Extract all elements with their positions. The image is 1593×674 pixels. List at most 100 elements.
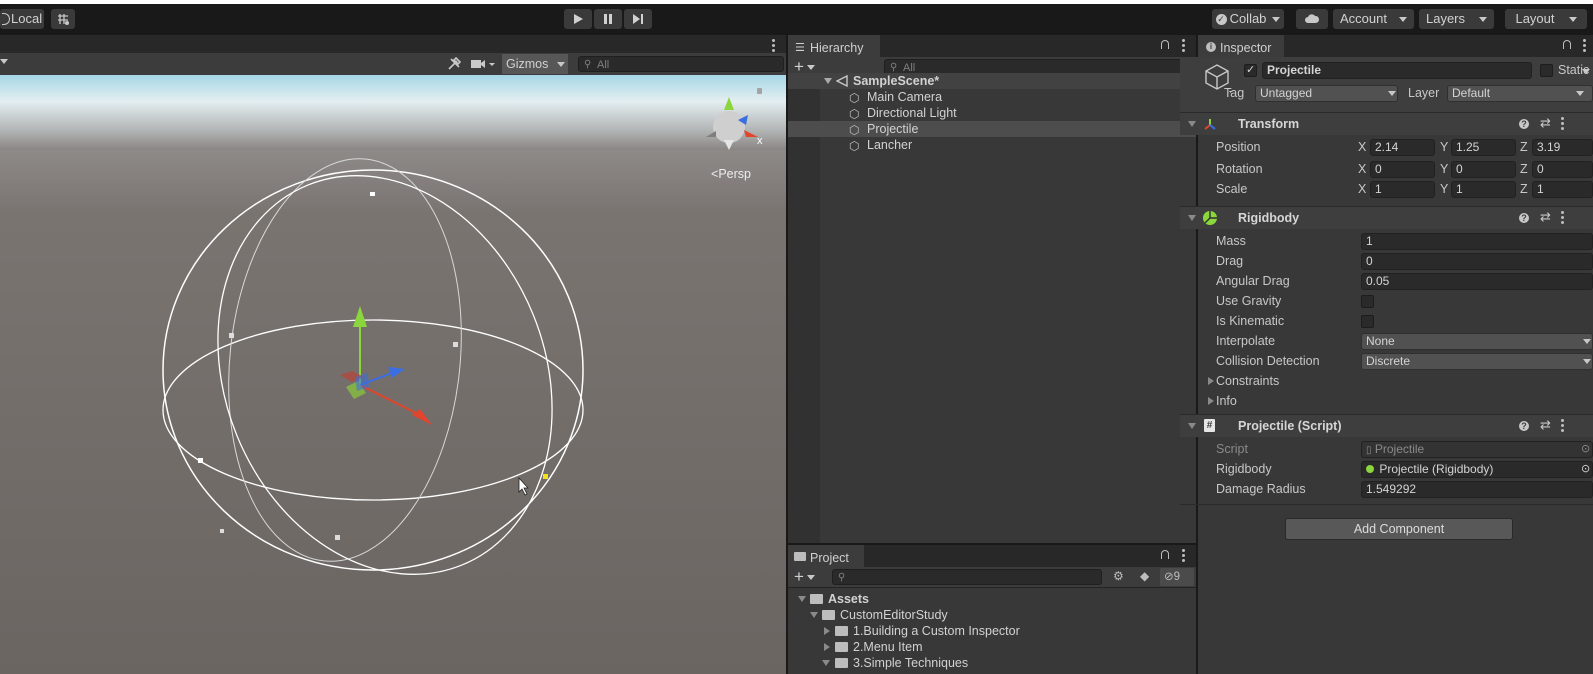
shading-mode-dropdown[interactable] (0, 59, 8, 64)
scale-z-field[interactable]: 1 (1532, 181, 1593, 198)
script-header[interactable]: # Projectile (Script) ? ⇄ (1180, 414, 1593, 437)
project-menu-icon[interactable] (1182, 549, 1185, 562)
project-search-input[interactable]: ⚲ (832, 569, 1102, 585)
fold-arrow[interactable] (824, 643, 830, 651)
mass-field[interactable]: 1 (1361, 233, 1593, 250)
static-checkbox[interactable] (1540, 64, 1553, 77)
fold-arrow[interactable] (1188, 121, 1196, 127)
tab-inspector[interactable]: i Inspector (1198, 35, 1284, 57)
fold-arrow[interactable] (822, 660, 830, 666)
hierarchy-item-selected[interactable]: ⬡ Projectile (788, 121, 1196, 137)
search-by-label-icon[interactable]: ◆ (1140, 569, 1156, 585)
scale-x-field[interactable]: 1 (1370, 181, 1435, 198)
rigidbody-header[interactable]: Rigidbody ? ⇄ (1180, 206, 1593, 229)
help-icon[interactable]: ? (1519, 421, 1529, 431)
angular-drag-field[interactable]: 0.05 (1361, 273, 1593, 290)
project-tree-item[interactable]: 3.Simple Techniques (788, 655, 1196, 671)
active-checkbox[interactable]: ✓ (1244, 64, 1257, 77)
lock-icon[interactable] (1563, 40, 1571, 49)
fold-arrow[interactable] (1188, 423, 1196, 429)
scene-row[interactable]: SampleScene* (788, 73, 1196, 89)
pivot-rotation-button[interactable]: Local (0, 9, 44, 29)
position-x-field[interactable]: 2.14 (1370, 139, 1435, 156)
use-gravity-checkbox[interactable] (1361, 295, 1374, 308)
object-name-field[interactable]: Projectile (1262, 62, 1532, 79)
position-z-field[interactable]: 3.19 (1532, 139, 1593, 156)
component-menu-icon[interactable] (1561, 419, 1564, 432)
static-dropdown-caret[interactable] (1582, 69, 1590, 74)
account-dropdown[interactable]: Account (1333, 9, 1414, 29)
hierarchy-item[interactable]: ⬡ Lancher (788, 137, 1196, 153)
hierarchy-item[interactable]: ⬡ Main Camera (788, 89, 1196, 105)
position-y-field[interactable]: 1.25 (1451, 139, 1516, 156)
interpolate-dropdown[interactable]: None (1361, 333, 1593, 350)
fold-arrow[interactable] (810, 612, 818, 618)
hierarchy-menu-icon[interactable] (1182, 39, 1185, 52)
tab-project[interactable]: Project (788, 545, 864, 567)
help-icon[interactable]: ? (1519, 119, 1529, 129)
fold-arrow[interactable] (798, 596, 806, 602)
transform-header[interactable]: Transform ? ⇄ (1180, 112, 1593, 135)
hidden-packages-toggle[interactable]: ⊘9 (1160, 568, 1194, 586)
scene-viewport[interactable]: x <Persp (0, 75, 786, 674)
fold-arrow[interactable] (1208, 377, 1214, 385)
hierarchy-panel: ☰ Hierarchy + ⚲ All SampleScene* ⬡ Main … (788, 35, 1196, 543)
project-create-button[interactable]: + (794, 567, 815, 586)
presets-icon[interactable]: ⇄ (1540, 417, 1551, 433)
add-component-label: Add Component (1353, 522, 1445, 536)
scene-render (0, 75, 786, 674)
collision-detection-dropdown[interactable]: Discrete (1361, 353, 1593, 370)
folder-open-icon (822, 610, 835, 620)
unity-scene-icon (836, 75, 848, 87)
fold-arrow[interactable] (824, 627, 830, 635)
info-foldout[interactable]: Info (1216, 392, 1237, 410)
rigidbody-ref-field[interactable]: Projectile (Rigidbody) ⊙ (1361, 461, 1593, 478)
project-tree-item[interactable]: CustomEditorStudy (788, 607, 1196, 623)
rotation-z-field[interactable]: 0 (1532, 161, 1593, 178)
scene-search-input[interactable]: ⚲ All (578, 56, 784, 72)
project-tree-item[interactable]: 1.Building a Custom Inspector (788, 623, 1196, 639)
pause-button[interactable] (594, 9, 622, 29)
damage-radius-field[interactable]: 1.549292 (1361, 481, 1593, 498)
rotation-x-field[interactable]: 0 (1370, 161, 1435, 178)
axis-x-label: X (1358, 162, 1367, 176)
presets-icon[interactable]: ⇄ (1540, 209, 1551, 225)
collab-button[interactable]: ✓ Collab (1212, 9, 1284, 29)
object-picker-icon[interactable]: ⊙ (1581, 462, 1590, 477)
grid-snap-button[interactable] (51, 9, 75, 29)
project-tree-item[interactable]: Assets (788, 591, 1196, 607)
lock-icon[interactable] (1161, 550, 1169, 559)
rotation-y-field[interactable]: 0 (1451, 161, 1516, 178)
tools-icon[interactable] (446, 56, 462, 75)
fold-arrow[interactable] (1188, 215, 1196, 221)
tab-hierarchy[interactable]: ☰ Hierarchy (788, 35, 880, 57)
scene-menu-icon[interactable] (772, 39, 775, 52)
gizmos-dropdown[interactable]: Gizmos (502, 54, 568, 74)
cloud-button[interactable] (1296, 9, 1328, 29)
camera-settings-button[interactable] (470, 56, 498, 72)
layer-dropdown[interactable]: Default (1447, 85, 1593, 102)
component-menu-icon[interactable] (1561, 211, 1564, 224)
hierarchy-item[interactable]: ⬡ Directional Light (788, 105, 1196, 121)
angular-drag-value: 0.05 (1366, 274, 1390, 288)
fold-arrow[interactable] (824, 78, 832, 84)
tag-dropdown[interactable]: Untagged (1255, 85, 1398, 102)
fold-arrow[interactable] (1208, 397, 1214, 405)
layout-dropdown[interactable]: Layout (1505, 9, 1587, 29)
lock-icon[interactable] (1161, 40, 1169, 49)
layers-dropdown[interactable]: Layers (1419, 9, 1494, 29)
help-icon[interactable]: ? (1519, 213, 1529, 223)
drag-field[interactable]: 0 (1361, 253, 1593, 270)
scale-y-field[interactable]: 1 (1451, 181, 1516, 198)
project-tree-item[interactable]: 2.Menu Item (788, 639, 1196, 655)
presets-icon[interactable]: ⇄ (1540, 115, 1551, 131)
add-component-button[interactable]: Add Component (1285, 518, 1513, 540)
inspector-menu-icon[interactable] (1583, 39, 1586, 52)
constraints-foldout[interactable]: Constraints (1216, 372, 1279, 390)
component-menu-icon[interactable] (1561, 117, 1564, 130)
play-button[interactable] (564, 9, 592, 29)
step-button[interactable] (624, 9, 652, 29)
search-by-type-icon[interactable]: ⚙ (1113, 569, 1129, 585)
persp-toggle[interactable]: <Persp (711, 167, 751, 181)
is-kinematic-checkbox[interactable] (1361, 315, 1374, 328)
